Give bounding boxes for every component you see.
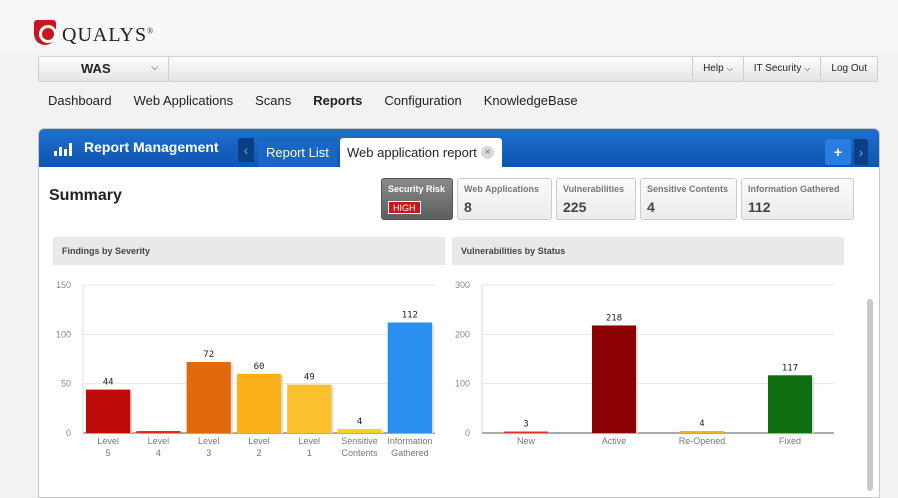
report-panel: Report Management ‹ Report List Web appl… [38, 128, 880, 498]
tab-scroll-left-button[interactable]: ‹ [238, 138, 254, 162]
x-tick-label: Gathered [391, 448, 429, 458]
logout-link[interactable]: Log Out [820, 57, 877, 81]
y-tick-label: 100 [56, 329, 71, 339]
security-risk-card: Security Risk HIGH [381, 178, 453, 220]
y-tick-label: 50 [61, 379, 71, 389]
x-tick-label: Active [602, 436, 627, 446]
data-label: 60 [254, 362, 265, 372]
x-tick-label: Level [248, 436, 270, 446]
chevron-down-icon: ⌵ [804, 64, 811, 73]
x-tick-label: Sensitive [341, 436, 378, 446]
stat-sensitive-contents: Sensitive Contents 4 [640, 178, 737, 220]
nav-reports[interactable]: Reports [313, 93, 362, 108]
panel-header: Report Management ‹ Report List Web appl… [39, 129, 879, 167]
stat-label: Security Risk [388, 184, 446, 194]
app-name: WAS [81, 61, 111, 76]
data-label: 4 [357, 417, 362, 427]
y-tick-label: 100 [455, 379, 470, 389]
stat-vulnerabilities: Vulnerabilities 225 [556, 178, 636, 220]
data-label: 4 [699, 419, 704, 429]
x-tick-label: Level [299, 436, 321, 446]
bar[interactable] [768, 375, 812, 433]
x-tick-label: 2 [256, 448, 261, 458]
nav-scans[interactable]: Scans [255, 93, 291, 108]
module-menu[interactable]: IT Security ⌵ [742, 57, 821, 81]
top-bar: WAS ⌵ Help ⌵ IT Security ⌵ Log Out [38, 56, 878, 82]
bar[interactable] [504, 431, 548, 433]
stat-label: Web Applications [464, 184, 540, 194]
x-tick-label: Level [97, 436, 119, 446]
x-tick-label: 3 [206, 448, 211, 458]
bar[interactable] [680, 431, 724, 433]
findings-by-severity-chart: 0 50 100 150 44 Level 5 Level 4 72 Level 3 60 Level 2 4… [56, 280, 435, 458]
bar[interactable] [387, 322, 432, 433]
add-tab-button[interactable]: + [825, 139, 851, 165]
x-tick-label: Information [387, 436, 432, 446]
y-tick-label: 200 [455, 329, 470, 339]
nav-web-applications[interactable]: Web Applications [134, 93, 234, 108]
chart-title-severity: Findings by Severity [53, 237, 445, 265]
tab-scroll-right-button[interactable]: › [854, 139, 868, 165]
data-label: 72 [203, 350, 214, 360]
bar-chart-icon [54, 143, 72, 156]
y-tick-label: 300 [455, 280, 470, 290]
risk-badge: HIGH [388, 201, 421, 214]
bar[interactable] [287, 384, 332, 433]
close-icon[interactable]: × [481, 146, 494, 159]
panel-title: Report Management [84, 139, 219, 155]
x-tick-label: Contents [342, 448, 379, 458]
stat-information-gathered: Information Gathered 112 [741, 178, 854, 220]
tab-label: Web application report [347, 145, 477, 160]
x-tick-label: Fixed [779, 436, 801, 446]
bar[interactable] [186, 361, 231, 433]
data-label: 44 [103, 378, 114, 388]
chevron-down-icon: ⌵ [151, 62, 159, 73]
stat-value: 4 [647, 199, 655, 215]
bar[interactable] [236, 373, 282, 433]
y-tick-label: 150 [56, 280, 71, 290]
stat-value: 8 [464, 199, 472, 215]
bar[interactable] [337, 429, 382, 433]
x-tick-label: New [517, 436, 536, 446]
tab-web-application-report[interactable]: Web application report × [340, 138, 502, 167]
qualys-logo-icon[interactable] [34, 20, 57, 45]
help-menu[interactable]: Help ⌵ [692, 57, 743, 81]
stat-value: 225 [563, 199, 587, 215]
main-nav: Dashboard Web Applications Scans Reports… [48, 93, 600, 108]
app-selector[interactable]: WAS ⌵ [39, 57, 169, 81]
x-tick-label: 1 [307, 448, 312, 458]
tab-report-list[interactable]: Report List [258, 138, 337, 167]
bar[interactable] [136, 431, 181, 433]
vertical-scrollbar[interactable] [867, 299, 873, 491]
nav-dashboard[interactable]: Dashboard [48, 93, 112, 108]
y-tick-label: 0 [465, 428, 470, 438]
logo-bar: QUALYS® [0, 0, 898, 52]
chart-title-status: Vulnerabilities by Status [452, 237, 844, 265]
data-label: 3 [523, 420, 528, 430]
stat-label: Information Gathered [748, 184, 840, 194]
data-label: 117 [782, 363, 798, 373]
summary-title: Summary [49, 187, 122, 204]
nav-configuration[interactable]: Configuration [384, 93, 461, 108]
data-label: 218 [606, 313, 622, 323]
nav-knowledgebase[interactable]: KnowledgeBase [484, 93, 578, 108]
x-tick-label: Level [198, 436, 220, 446]
x-tick-label: Level [148, 436, 170, 446]
logo-text[interactable]: QUALYS® [62, 24, 154, 47]
vulnerabilities-by-status-chart: 0 100 200 300 3 New 218 Active 4 Re-Opened 117 Fixe… [455, 280, 834, 446]
y-tick-label: 0 [66, 428, 71, 438]
x-tick-label: 5 [106, 448, 111, 458]
stat-label: Sensitive Contents [647, 184, 729, 194]
x-tick-label: 4 [156, 448, 161, 458]
bar[interactable] [592, 325, 636, 433]
data-label: 49 [304, 373, 315, 383]
bar[interactable] [86, 389, 131, 433]
data-label: 112 [402, 310, 418, 320]
stat-web-applications: Web Applications 8 [457, 178, 552, 220]
x-tick-label: Re-Opened [679, 436, 726, 446]
chevron-down-icon: ⌵ [726, 64, 733, 73]
stat-value: 112 [748, 199, 771, 215]
stat-label: Vulnerabilities [563, 184, 625, 194]
